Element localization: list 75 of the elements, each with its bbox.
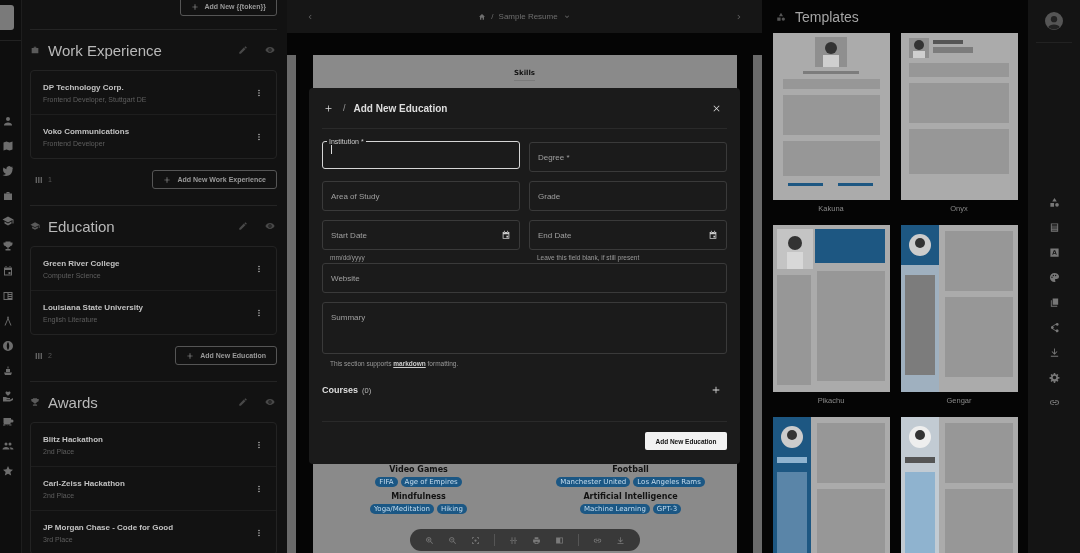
date-field[interactable]: Start Date — [322, 220, 520, 250]
bird-icon[interactable] — [2, 165, 14, 177]
item-title[interactable]: Blitz Hackathon — [43, 434, 254, 444]
item-title[interactable]: Green River College — [43, 258, 254, 268]
home-icon[interactable] — [478, 12, 487, 21]
cap-icon[interactable] — [2, 215, 14, 227]
courses-label: Courses — [322, 385, 358, 395]
compass-icon[interactable] — [2, 315, 14, 327]
briefcase-icon[interactable] — [2, 190, 14, 202]
focus-icon[interactable] — [471, 535, 480, 545]
shapes-icon[interactable] — [1048, 197, 1060, 208]
layers-icon[interactable] — [1048, 297, 1060, 308]
newspaper-icon[interactable] — [2, 290, 14, 302]
chevron-right-icon[interactable] — [735, 12, 743, 21]
link-icon[interactable] — [1048, 397, 1060, 408]
date-field[interactable]: End Date — [529, 220, 727, 250]
title-separator: / — [343, 103, 346, 113]
download-icon[interactable] — [616, 535, 625, 545]
printer-icon[interactable] — [532, 535, 541, 545]
breadcrumb-separator: / — [491, 12, 494, 21]
skill-name: Football — [612, 465, 649, 474]
columns-icon[interactable] — [34, 174, 44, 185]
text-field[interactable]: Degree * — [529, 142, 727, 172]
section-title: Work Experience — [48, 41, 163, 59]
ship-icon[interactable] — [2, 365, 14, 377]
map-icon[interactable] — [2, 140, 14, 152]
plus-icon — [324, 103, 333, 113]
dialog-title: Add New Education — [353, 102, 449, 114]
text-field[interactable]: Grade — [529, 181, 727, 211]
trophy-icon — [30, 397, 40, 407]
share-icon[interactable] — [1048, 322, 1060, 333]
hand-heart-icon[interactable] — [2, 390, 14, 402]
avatar[interactable] — [1045, 12, 1063, 30]
cap-icon — [30, 221, 40, 231]
text-cursor — [331, 145, 332, 154]
shapes-icon — [776, 11, 786, 22]
panel-title: Templates — [795, 8, 859, 25]
chevron-left-icon[interactable] — [306, 12, 314, 21]
columns-icon[interactable] — [34, 350, 44, 361]
section-title: Awards — [48, 393, 99, 411]
eye-icon[interactable] — [265, 45, 275, 55]
item-title[interactable]: JP Morgan Chase - Code for Good — [43, 522, 254, 532]
pencil-icon[interactable] — [238, 45, 248, 55]
text-area[interactable]: Summary — [322, 302, 727, 354]
text-field[interactable]: Area of Study — [322, 181, 520, 211]
person-icon[interactable] — [2, 115, 14, 127]
item-title[interactable]: Carl-Zeiss Hackathon — [43, 478, 254, 488]
calendar-icon[interactable] — [708, 230, 718, 240]
item-title[interactable]: DP Technology Corp. — [43, 82, 254, 92]
palette-icon[interactable] — [1048, 272, 1060, 283]
close-icon[interactable] — [712, 103, 721, 113]
item-title[interactable]: Louisiana State University — [43, 302, 254, 312]
font-icon[interactable] — [1048, 247, 1060, 258]
skill-name: Video Games — [389, 465, 448, 474]
skill-name: Mindfulness — [391, 492, 446, 501]
side-panel-icon[interactable] — [555, 535, 564, 545]
text-field[interactable]: Website — [322, 263, 727, 293]
pencil-icon[interactable] — [238, 397, 248, 407]
zoom-in-icon[interactable] — [425, 535, 434, 545]
briefcase-icon — [30, 45, 40, 55]
pencil-icon[interactable] — [238, 221, 248, 231]
star-icon[interactable] — [2, 465, 14, 477]
download-icon[interactable] — [1048, 347, 1060, 358]
people-icon[interactable] — [2, 440, 14, 452]
section-title: Education — [48, 217, 116, 235]
eye-icon[interactable] — [265, 221, 275, 231]
eye-icon[interactable] — [265, 397, 275, 407]
resume-title[interactable]: Sample Resume — [498, 12, 558, 21]
trophy-icon[interactable] — [2, 240, 14, 252]
skill-name: Artificial Intelligence — [583, 492, 678, 501]
zoom-out-icon[interactable] — [448, 535, 457, 545]
calendar-icon[interactable] — [501, 230, 511, 240]
item-title[interactable]: Voko Communications — [43, 126, 254, 136]
document-icon[interactable] — [1048, 222, 1060, 233]
settings-icon[interactable] — [1048, 372, 1060, 383]
